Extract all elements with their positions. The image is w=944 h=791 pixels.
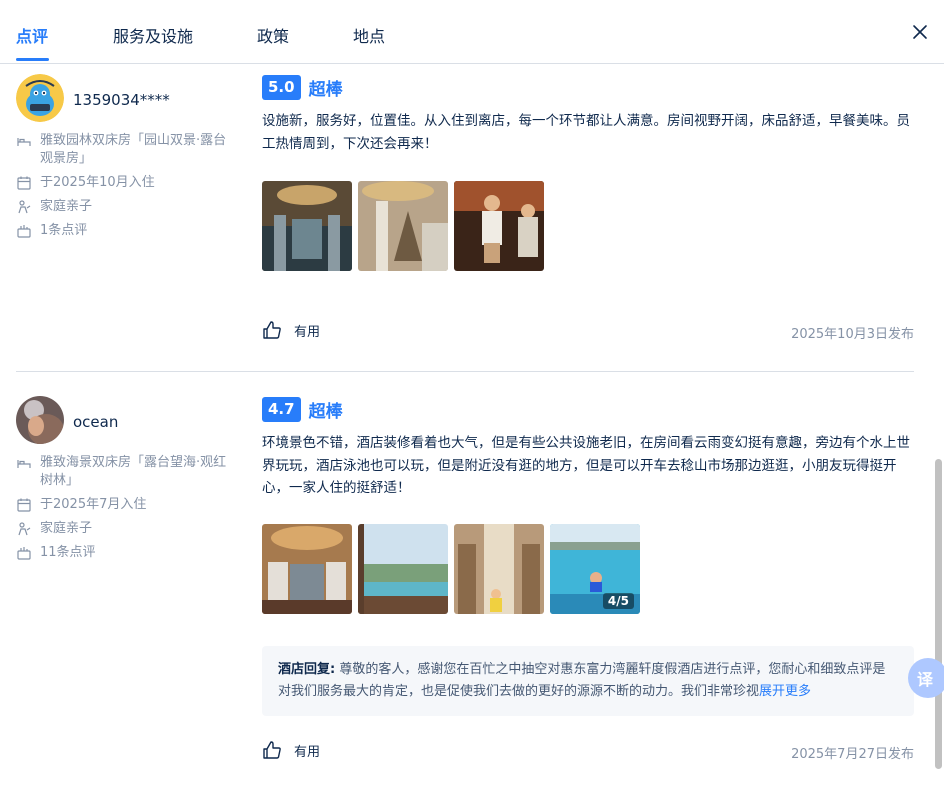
review-body: 4.7 超棒 环境景色不错，酒店装修看着也大气，但是有些公共设施老旧，在房间看云… <box>262 397 914 614</box>
room-type: 雅致园林双床房「园山双景·露台观景房」 <box>40 133 227 166</box>
review-photo[interactable] <box>358 523 448 614</box>
expand-more-link[interactable]: 展开更多 <box>759 684 811 699</box>
tab-location[interactable]: 地点 <box>353 23 385 47</box>
review-date: 2025年7月27日发布 <box>791 747 914 762</box>
username: 1359034**** <box>73 91 170 109</box>
useful-label: 有用 <box>294 324 321 340</box>
family-icon <box>18 200 31 214</box>
family-icon <box>18 522 31 536</box>
reply-label: 酒店回复: <box>278 662 336 677</box>
useful-button[interactable]: 有用 <box>262 320 320 340</box>
avatar <box>16 74 64 122</box>
review-photo[interactable] <box>454 523 544 614</box>
review-count: 11条点评 <box>40 545 96 560</box>
reviewer-meta: 雅致海景双床房「露台望海·观红树林」 于2025年7月入住 家庭亲子 11条点评 <box>16 454 236 568</box>
checkin-date: 于2025年10月入住 <box>40 175 155 190</box>
room-type: 雅致海景双床房「露台望海·观红树林」 <box>40 455 227 488</box>
checkin-date: 于2025年7月入住 <box>40 497 147 512</box>
review-content: 环境景色不错，酒店装修看着也大气，但是有些公共设施老旧，在房间看云雨变幻挺有意趣… <box>262 435 910 496</box>
review-date: 2025年10月3日发布 <box>791 327 914 342</box>
review-body: 5.0 超棒 设施新，服务好，位置佳。从入住到离店，每一个环节都让人满意。房间视… <box>262 75 914 271</box>
hotel-reply: 酒店回复: 尊敬的客人，感谢您在百忙之中抽空对惠东富力湾麗轩度假酒店进行点评，您… <box>262 646 914 716</box>
review-photo[interactable]: 4/5 <box>550 523 640 614</box>
tab-facilities[interactable]: 服务及设施 <box>113 23 193 47</box>
photo-count: 4/5 <box>602 592 634 609</box>
tab-bar: 点评 服务及设施 政策 地点 <box>0 0 944 64</box>
calendar-icon <box>17 176 31 190</box>
score-word: 超棒 <box>308 80 343 100</box>
username: ocean <box>73 413 119 431</box>
tab-policy[interactable]: 政策 <box>257 23 289 47</box>
review-count-icon <box>17 225 31 238</box>
thumbs-up-icon <box>263 321 281 339</box>
bed-icon <box>17 460 31 468</box>
score-badge: 4.7 <box>262 397 301 422</box>
useful-button[interactable]: 有用 <box>262 740 320 760</box>
tab-reviews[interactable]: 点评 <box>16 23 48 47</box>
review-photo[interactable] <box>262 181 352 271</box>
review-divider <box>16 371 914 372</box>
avatar <box>16 396 64 444</box>
review-content: 设施新，服务好，位置佳。从入住到离店，每一个环节都让人满意。房间视野开阔，床品舒… <box>262 113 910 152</box>
review-card: ocean 雅致海景双床房「露台望海·观红树林」 于2025年7月入住 家庭亲子… <box>16 396 914 791</box>
score-badge: 5.0 <box>262 75 301 100</box>
trip-type: 家庭亲子 <box>40 199 93 214</box>
reviewer-meta: 雅致园林双床房「园山双景·露台观景房」 于2025年10月入住 家庭亲子 1条点… <box>16 132 236 246</box>
bed-icon <box>17 138 31 146</box>
trip-type: 家庭亲子 <box>40 521 93 536</box>
scrollbar-thumb[interactable] <box>935 459 942 769</box>
score-word: 超棒 <box>308 402 343 422</box>
review-photo[interactable] <box>262 523 352 614</box>
review-count-icon <box>17 547 31 560</box>
photo-list <box>262 181 914 271</box>
active-tab-indicator <box>16 58 49 61</box>
review-card: 1359034**** 雅致园林双床房「园山双景·露台观景房」 于2025年10… <box>16 74 914 364</box>
translate-button[interactable]: 译 <box>908 658 944 698</box>
review-photo[interactable] <box>358 181 448 271</box>
thumbs-up-icon <box>263 741 281 759</box>
calendar-icon <box>17 498 31 512</box>
review-count: 1条点评 <box>40 223 88 238</box>
close-icon[interactable] <box>912 24 928 40</box>
review-photo[interactable] <box>454 181 544 271</box>
photo-list: 4/5 <box>262 523 914 614</box>
useful-label: 有用 <box>294 744 321 760</box>
